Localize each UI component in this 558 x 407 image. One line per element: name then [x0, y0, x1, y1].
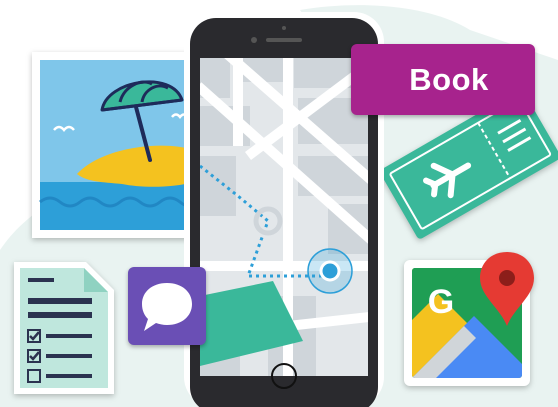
- book-button-label: Book: [409, 61, 489, 97]
- checklist-document-icon: [14, 262, 114, 394]
- book-button[interactable]: Book: [351, 44, 535, 115]
- chat-bubble-icon[interactable]: [128, 267, 206, 345]
- chat-bubble-glyph: [142, 283, 192, 331]
- google-maps-letter: G: [427, 283, 455, 321]
- beach-photo-icon: [32, 52, 202, 238]
- location-dot-icon: [307, 248, 353, 294]
